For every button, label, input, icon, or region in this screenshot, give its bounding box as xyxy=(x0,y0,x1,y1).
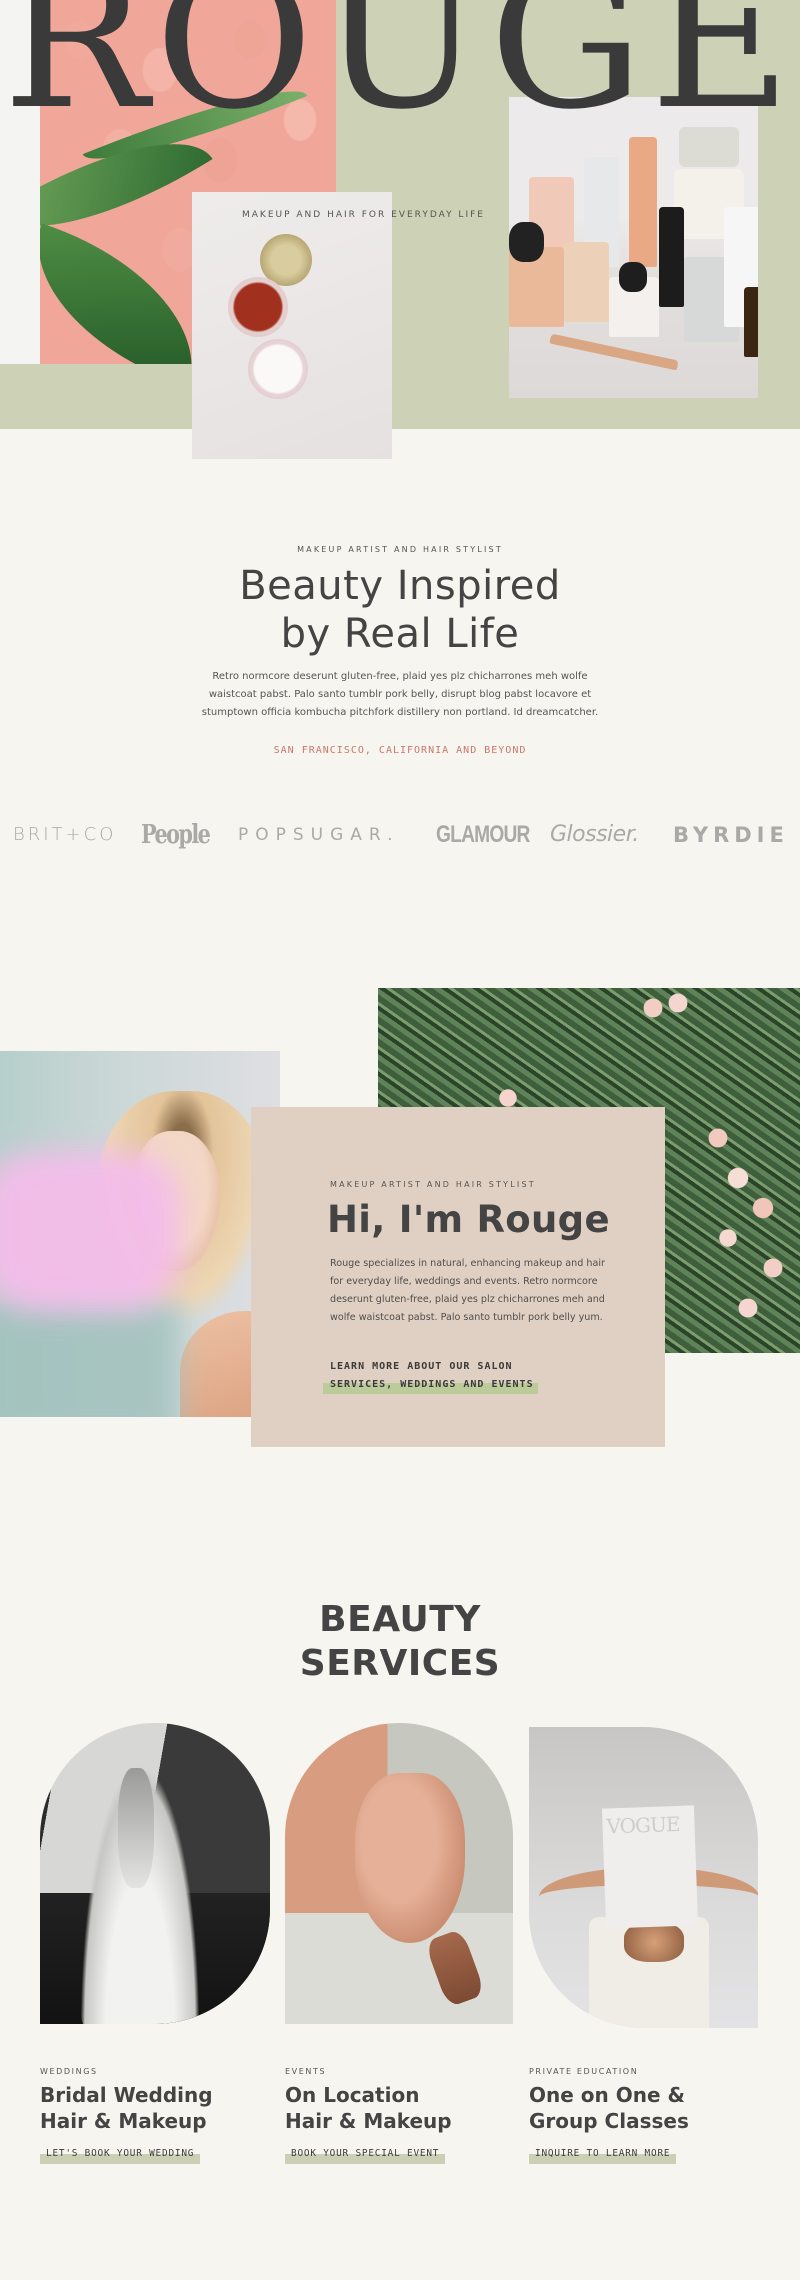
service-title-line1: Bridal Wedding xyxy=(40,2083,213,2107)
book-event-link[interactable]: BOOK YOUR SPECIAL EVENT xyxy=(285,2147,446,2164)
book-wedding-link[interactable]: LET'S BOOK YOUR WEDDING xyxy=(40,2147,201,2164)
inquire-classes-link[interactable]: INQUIRE TO LEARN MORE xyxy=(529,2147,677,2164)
service-title-line2: Hair & Makeup xyxy=(285,2109,452,2133)
service-title: One on One & Group Classes xyxy=(529,2082,689,2134)
service-title-line2: Group Classes xyxy=(529,2109,689,2133)
service-title-line1: On Location xyxy=(285,2083,420,2107)
services-text-layer: WEDDINGS Bridal Wedding Hair & Makeup LE… xyxy=(0,0,800,2280)
service-category: WEDDINGS xyxy=(40,2067,98,2076)
service-title-line2: Hair & Makeup xyxy=(40,2109,207,2133)
service-title: On Location Hair & Makeup xyxy=(285,2082,452,2134)
service-title-line1: One on One & xyxy=(529,2083,685,2107)
service-title: Bridal Wedding Hair & Makeup xyxy=(40,2082,213,2134)
service-category: EVENTS xyxy=(285,2067,327,2076)
service-category: PRIVATE EDUCATION xyxy=(529,2067,639,2076)
